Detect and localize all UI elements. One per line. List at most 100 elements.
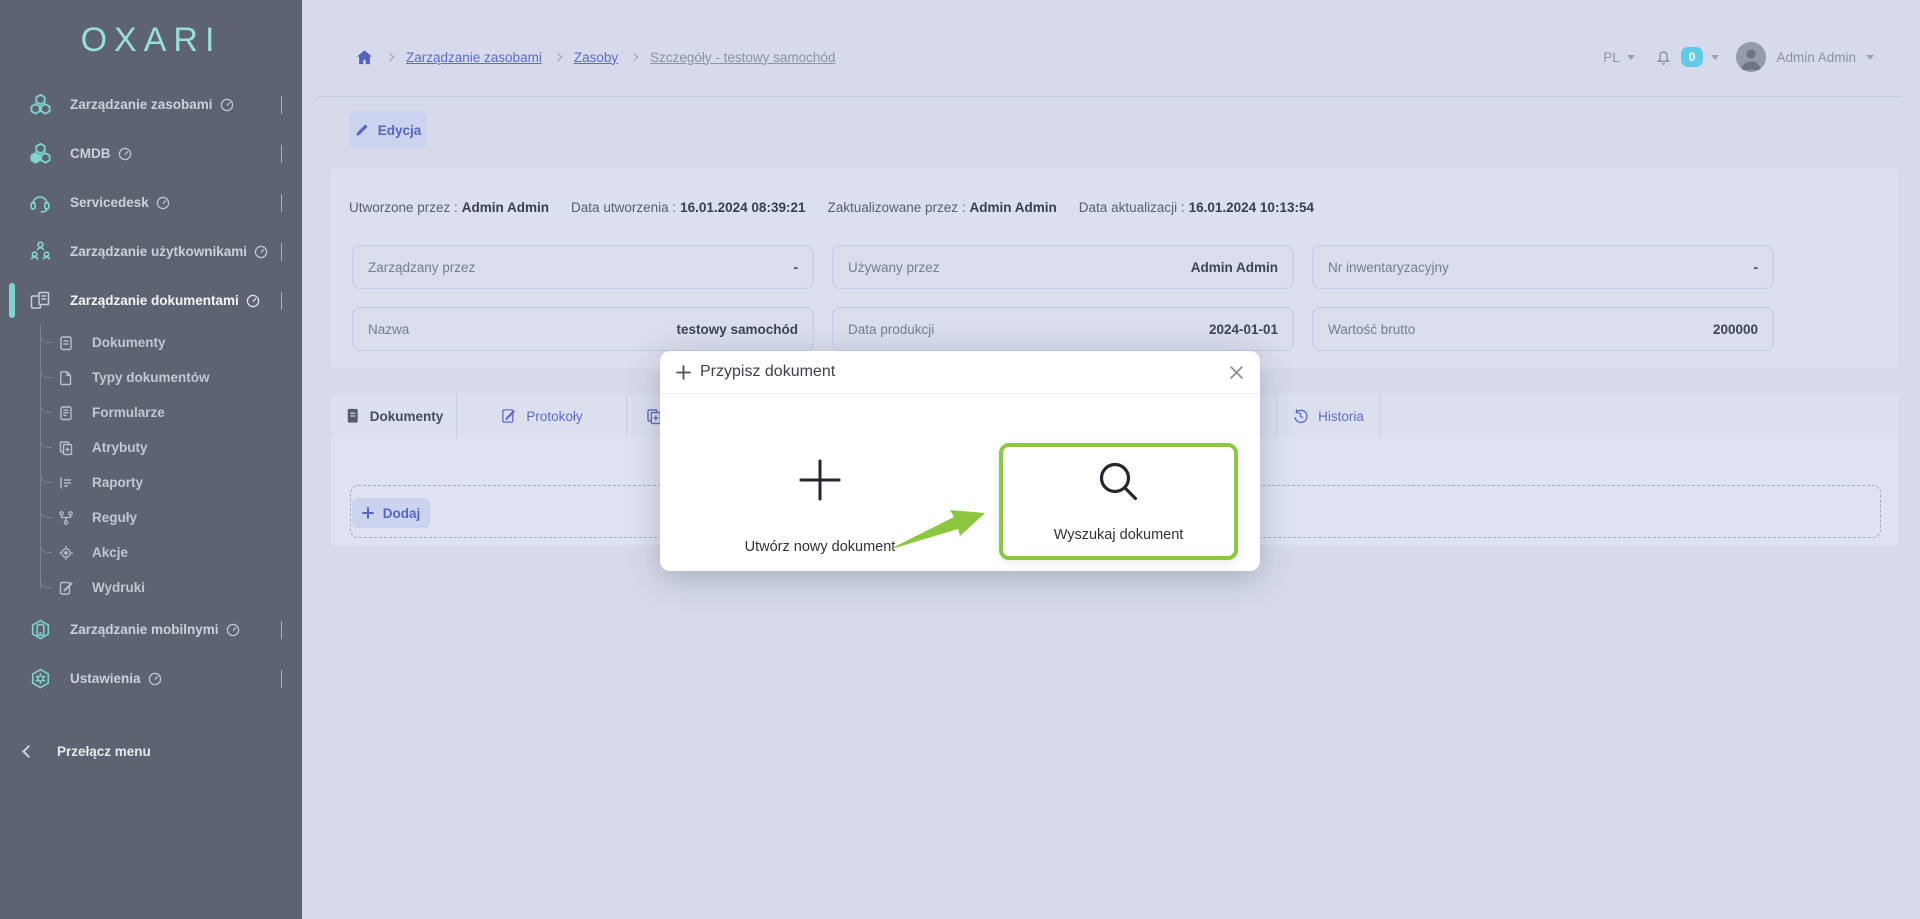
chevron-down-icon bbox=[281, 242, 282, 261]
headset-icon bbox=[27, 191, 53, 214]
meta-row: Utworzone przez : Admin Admin Data utworz… bbox=[349, 200, 1314, 215]
add-document-button[interactable]: Dodaj bbox=[352, 498, 430, 528]
history-icon bbox=[1294, 409, 1308, 423]
sidebar-item-servicedesk[interactable]: Servicedesk bbox=[0, 178, 302, 227]
breadcrumb-link-zasobami[interactable]: Zarządzanie zasobami bbox=[406, 50, 542, 65]
sidebar-item-zarzadzanie-mobilnymi[interactable]: Zarządzanie mobilnymi bbox=[0, 605, 302, 654]
sidebar-item-label: Dokumenty bbox=[92, 335, 166, 350]
plus-icon bbox=[361, 507, 374, 519]
chevron-left-icon bbox=[22, 744, 35, 758]
gauge-icon bbox=[156, 196, 170, 209]
language-selector[interactable]: PL bbox=[1603, 50, 1635, 65]
close-icon[interactable] bbox=[1229, 365, 1244, 380]
gauge-icon bbox=[118, 147, 131, 160]
breadcrumb-separator-icon bbox=[385, 52, 395, 62]
field-zarzadzany-przez[interactable]: Zarządzany przez - bbox=[352, 245, 814, 289]
top-bar: Zarządzanie zasobami Zasoby Szczegóły - … bbox=[318, 18, 1902, 97]
field-wartosc-brutto[interactable]: Wartość brutto 200000 bbox=[1312, 307, 1774, 351]
pencil-icon bbox=[356, 124, 367, 136]
chevron-down-icon bbox=[281, 669, 282, 688]
field-data-produkcji[interactable]: Data produkcji 2024-01-01 bbox=[832, 307, 1294, 351]
option-label: Utwórz nowy dokument bbox=[744, 539, 896, 555]
collapse-menu-button[interactable]: Przełącz menu bbox=[0, 731, 302, 771]
target-icon bbox=[56, 545, 76, 561]
documents-icon bbox=[27, 289, 53, 312]
sidebar-item-label: Zarządzanie zasobami bbox=[70, 97, 213, 112]
chevron-down-icon bbox=[281, 95, 282, 114]
breadcrumb-separator-icon bbox=[629, 52, 639, 62]
sidebar-item-cmdb[interactable]: CMDB bbox=[0, 129, 302, 178]
sidebar-item-zarzadzanie-zasobami[interactable]: Zarządzanie zasobami bbox=[0, 80, 302, 129]
sidebar-item-formularze[interactable]: Formularze bbox=[0, 395, 302, 430]
user-name: Admin Admin bbox=[1776, 49, 1856, 65]
search-icon bbox=[1099, 462, 1137, 501]
sidebar: OXARI Zarządzanie zasobami CMDB Serviced… bbox=[0, 0, 302, 919]
sidebar-item-label: Servicedesk bbox=[70, 195, 149, 210]
gear-icon bbox=[27, 667, 53, 691]
tab-label: Historia bbox=[1318, 408, 1364, 424]
sidebar-item-label: Atrybuty bbox=[92, 440, 148, 455]
caret-down-icon bbox=[1866, 54, 1874, 60]
cmdb-icon bbox=[27, 142, 53, 165]
add-button-label: Dodaj bbox=[382, 505, 421, 521]
field-nazwa[interactable]: Nazwa testowy samochód bbox=[352, 307, 814, 351]
sidebar-item-label: Reguły bbox=[92, 510, 138, 525]
user-menu[interactable]: Admin Admin bbox=[1736, 42, 1874, 72]
sidebar-item-raporty[interactable]: Raporty bbox=[0, 465, 302, 500]
search-document-option[interactable]: Wyszukaj dokument bbox=[999, 443, 1238, 560]
chevron-down-icon bbox=[281, 620, 282, 639]
bell-icon bbox=[1656, 51, 1670, 65]
header-controls: PL 0 Admin Admin bbox=[1603, 42, 1874, 72]
sidebar-item-dokumenty[interactable]: Dokumenty bbox=[0, 325, 302, 360]
sidebar-item-typy-dokumentow[interactable]: Typy dokumentów bbox=[0, 360, 302, 395]
edit-button-label: Edycja bbox=[377, 122, 422, 138]
chevron-up-icon bbox=[281, 291, 282, 310]
field-nr-inwentaryzacyjny[interactable]: Nr inwentaryzacyjny - bbox=[1312, 245, 1774, 289]
sidebar-item-label: Akcje bbox=[92, 545, 129, 560]
gauge-icon bbox=[246, 294, 259, 307]
tab-protokoly[interactable]: Protokoły bbox=[457, 394, 627, 438]
field-uzywany-przez[interactable]: Używany przez Admin Admin bbox=[832, 245, 1294, 289]
rules-nodes-icon bbox=[56, 510, 76, 526]
documents-submenu: Dokumenty Typy dokumentów Formularze Atr… bbox=[0, 325, 302, 605]
tab-historia[interactable]: Historia bbox=[1277, 394, 1380, 438]
collapse-menu-label: Przełącz menu bbox=[57, 743, 151, 759]
plus-icon bbox=[799, 459, 841, 501]
gauge-icon bbox=[226, 623, 239, 636]
sidebar-item-atrybuty[interactable]: Atrybuty bbox=[0, 430, 302, 465]
breadcrumb: Zarządzanie zasobami Zasoby Szczegóły - … bbox=[355, 48, 835, 66]
sidebar-item-reguly[interactable]: Reguły bbox=[0, 500, 302, 535]
updated-by: Zaktualizowane przez : Admin Admin bbox=[827, 200, 1057, 215]
breadcrumb-link-zasoby[interactable]: Zasoby bbox=[574, 50, 618, 65]
sidebar-item-zarzadzanie-uzytkownikami[interactable]: Zarządzanie użytkownikami bbox=[0, 227, 302, 276]
document-lines-icon bbox=[56, 335, 76, 351]
sidebar-item-label: Raporty bbox=[92, 475, 144, 490]
assets-hexagons-icon bbox=[27, 93, 53, 116]
mobile-icon bbox=[27, 618, 53, 642]
annotation-arrow-icon bbox=[888, 510, 985, 550]
protocol-tab-icon bbox=[502, 409, 516, 423]
edit-button[interactable]: Edycja bbox=[349, 111, 427, 149]
tab-filler bbox=[1380, 394, 1898, 438]
caret-down-icon bbox=[1711, 54, 1720, 60]
print-edit-icon bbox=[56, 580, 76, 596]
form-icon bbox=[56, 405, 76, 421]
sidebar-item-label: Wydruki bbox=[92, 580, 146, 595]
sidebar-item-zarzadzanie-dokumentami[interactable]: Zarządzanie dokumentami bbox=[0, 276, 302, 325]
gauge-icon bbox=[254, 245, 268, 258]
sidebar-item-ustawienia[interactable]: Ustawienia bbox=[0, 654, 302, 703]
breadcrumb-separator-icon bbox=[553, 52, 563, 62]
home-icon[interactable] bbox=[355, 48, 374, 66]
chevron-down-icon bbox=[281, 144, 282, 163]
sidebar-item-label: CMDB bbox=[70, 146, 111, 161]
plus-icon bbox=[676, 364, 691, 380]
sidebar-item-akcje[interactable]: Akcje bbox=[0, 535, 302, 570]
copy-plus-icon bbox=[56, 440, 76, 456]
created-date: Data utworzenia :16.01.2024 08:39:21 bbox=[571, 200, 806, 215]
breadcrumb-current: Szczegóły - testowy samochód bbox=[650, 49, 836, 65]
option-label: Wyszukaj dokument bbox=[1053, 527, 1184, 543]
tab-dokumenty[interactable]: Dokumenty bbox=[331, 394, 457, 442]
sidebar-item-label: Zarządzanie dokumentami bbox=[70, 293, 239, 308]
sidebar-item-wydruki[interactable]: Wydruki bbox=[0, 570, 302, 605]
notifications-control[interactable]: 0 bbox=[1654, 47, 1720, 67]
